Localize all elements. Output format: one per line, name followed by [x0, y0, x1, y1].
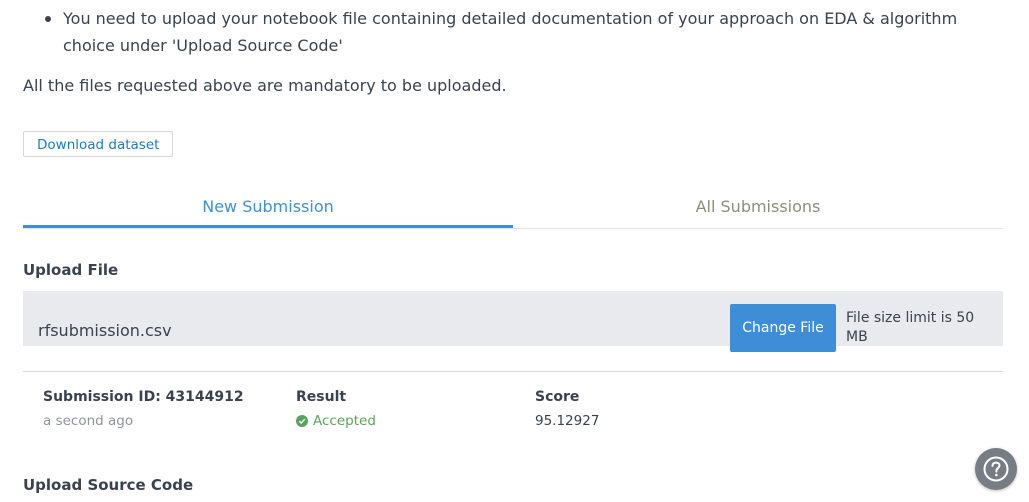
uploaded-filename: rfsubmission.csv — [38, 321, 172, 340]
result-value: Accepted — [313, 413, 376, 429]
change-file-button[interactable]: Change File — [730, 304, 836, 352]
submission-time: a second ago — [43, 413, 134, 429]
instruction-item: You need to upload your notebook file co… — [23, 5, 983, 59]
help-button[interactable] — [975, 448, 1017, 490]
instruction-list: You need to upload your notebook file co… — [23, 5, 983, 59]
result-status: Accepted — [296, 413, 376, 429]
check-circle-icon — [296, 415, 308, 427]
divider — [23, 371, 1003, 372]
score-value: 95.12927 — [535, 413, 600, 429]
score-label: Score — [535, 389, 580, 405]
tab-new-submission[interactable]: New Submission — [23, 190, 513, 228]
upload-source-code-title: Upload Source Code — [23, 476, 194, 494]
upload-file-title: Upload File — [23, 261, 119, 279]
question-circle-icon — [983, 456, 1009, 482]
result-label: Result — [296, 389, 347, 405]
tab-all-submissions[interactable]: All Submissions — [513, 190, 1003, 226]
mandatory-note: All the files requested above are mandat… — [23, 76, 507, 95]
download-dataset-button[interactable]: Download dataset — [23, 131, 174, 157]
file-size-limit: File size limit is 50 MB — [846, 310, 975, 345]
upload-file-box: rfsubmission.csv Change File File size l… — [23, 291, 1003, 352]
submission-id: Submission ID: 43144912 — [43, 389, 244, 405]
submission-tabs: New Submission All Submissions — [23, 190, 1003, 229]
